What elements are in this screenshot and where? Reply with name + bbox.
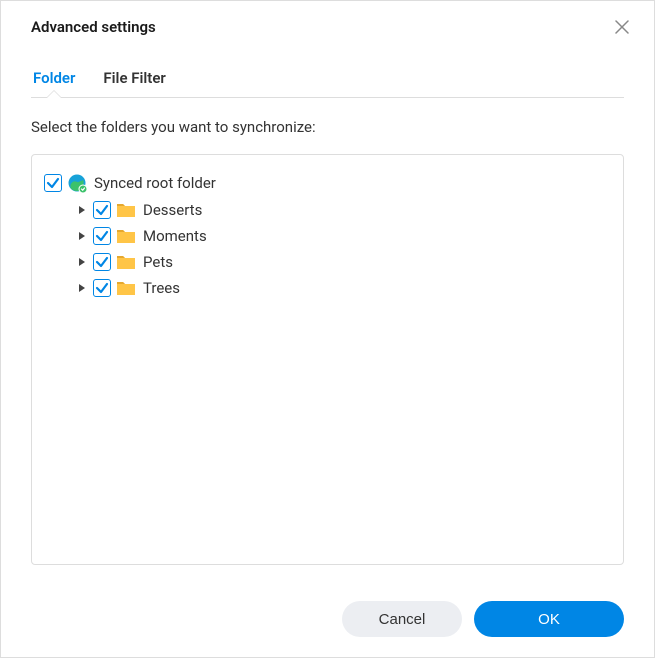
tree-child-label: Trees: [143, 279, 180, 297]
dialog-title: Advanced settings: [31, 18, 156, 36]
expand-arrow-icon[interactable]: [76, 204, 88, 216]
tree-child-label: Desserts: [143, 201, 202, 219]
tree-child-node[interactable]: Desserts: [42, 197, 613, 223]
cancel-button[interactable]: Cancel: [342, 601, 462, 637]
tree-child-node[interactable]: Pets: [42, 249, 613, 275]
close-icon: [615, 20, 629, 34]
tree-child-label: Pets: [143, 253, 173, 271]
checkbox-child-0[interactable]: [93, 201, 111, 219]
dialog-footer: Cancel OK: [1, 585, 654, 657]
tree-child-label: Moments: [143, 227, 207, 245]
checkbox-child-1[interactable]: [93, 227, 111, 245]
sync-root-icon: [67, 173, 87, 193]
dialog-body: Folder File Filter Select the folders yo…: [1, 51, 654, 585]
tab-file-filter[interactable]: File Filter: [101, 61, 167, 97]
folder-icon: [116, 280, 136, 296]
tree-child-node[interactable]: Moments: [42, 223, 613, 249]
checkbox-child-3[interactable]: [93, 279, 111, 297]
folder-tree: Synced root folder Desserts: [31, 154, 624, 565]
tree-child-node[interactable]: Trees: [42, 275, 613, 301]
checkbox-child-2[interactable]: [93, 253, 111, 271]
instruction-text: Select the folders you want to synchroni…: [31, 118, 624, 136]
close-button[interactable]: [610, 15, 634, 39]
dialog-header: Advanced settings: [1, 1, 654, 51]
advanced-settings-dialog: Advanced settings Folder File Filter Sel…: [0, 0, 655, 658]
folder-icon: [116, 202, 136, 218]
expand-arrow-icon[interactable]: [76, 282, 88, 294]
tree-root-label: Synced root folder: [94, 174, 216, 192]
ok-button[interactable]: OK: [474, 601, 624, 637]
tab-folder[interactable]: Folder: [31, 61, 77, 97]
tab-bar: Folder File Filter: [31, 61, 624, 98]
expand-arrow-icon[interactable]: [76, 230, 88, 242]
tree-root-node[interactable]: Synced root folder: [42, 169, 613, 197]
expand-arrow-icon[interactable]: [76, 256, 88, 268]
checkbox-root[interactable]: [44, 174, 62, 192]
folder-icon: [116, 254, 136, 270]
folder-icon: [116, 228, 136, 244]
